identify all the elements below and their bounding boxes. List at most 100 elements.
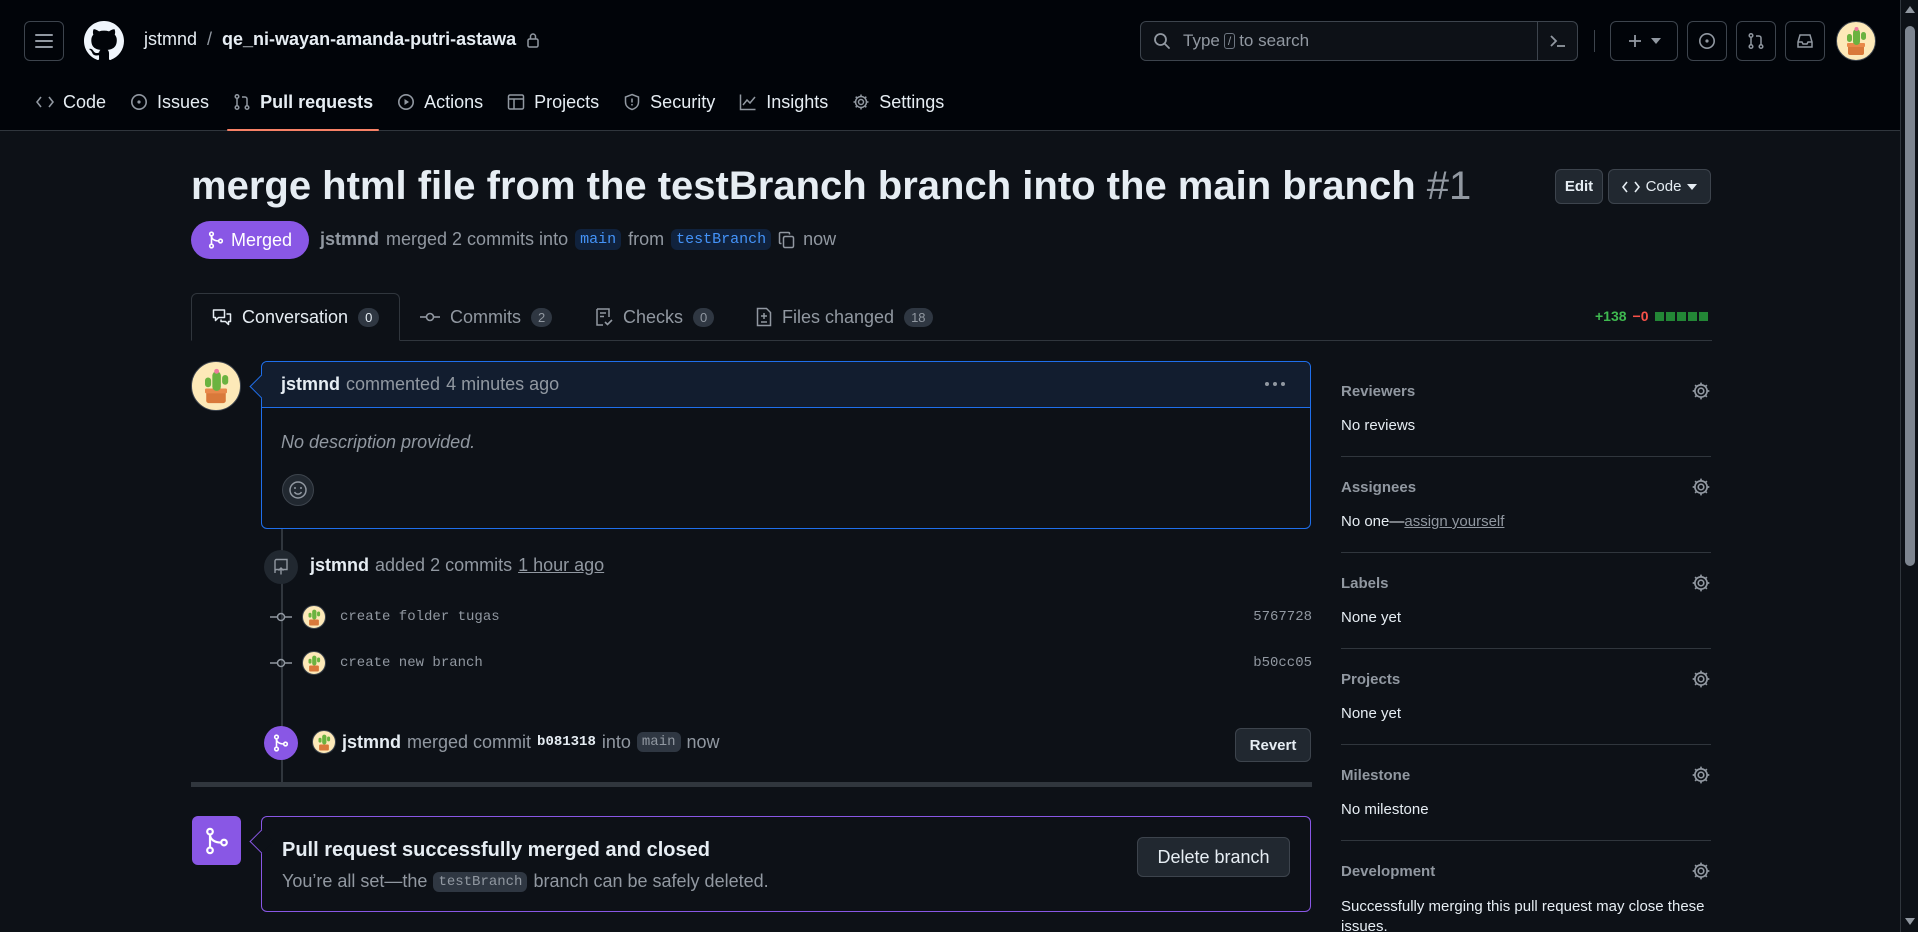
delete-branch-button[interactable]: Delete branch — [1137, 837, 1290, 877]
edit-title-button[interactable]: Edit — [1555, 169, 1603, 204]
gear-icon[interactable] — [1691, 765, 1711, 785]
commit-row: create folder tugas 5767728 — [270, 602, 1312, 632]
scroll-down-arrow[interactable] — [1905, 918, 1915, 925]
header-divider — [1594, 30, 1595, 52]
sidebar-development: Development Successfully merging this pu… — [1341, 841, 1711, 932]
nav-tab-settings[interactable]: Settings — [840, 84, 956, 120]
gear-icon[interactable] — [1691, 381, 1711, 401]
owner-link[interactable]: jstmnd — [144, 29, 197, 50]
tab-files-changed[interactable]: Files changed 18 — [736, 293, 953, 341]
sidebar-label[interactable]: Labels — [1341, 575, 1389, 592]
nav-tab-label: Insights — [766, 91, 829, 112]
inbox-icon — [1797, 34, 1813, 48]
merge-commit-sha-link[interactable]: b081318 — [537, 734, 596, 750]
add-reaction-button[interactable] — [282, 474, 314, 506]
commit-sha-link[interactable]: 5767728 — [1253, 609, 1312, 625]
sidebar-value: None yet — [1341, 705, 1402, 722]
inbox-button[interactable] — [1785, 21, 1825, 61]
create-new-button[interactable] — [1610, 21, 1678, 61]
nav-tab-actions[interactable]: Actions — [385, 84, 495, 120]
commit-sha-link[interactable]: b50cc05 — [1253, 655, 1312, 671]
repo-push-icon — [274, 558, 288, 575]
nav-tab-label: Projects — [534, 91, 600, 112]
nav-tab-code[interactable]: Code — [24, 84, 118, 120]
code-icon — [1621, 181, 1640, 192]
sidebar-label[interactable]: Reviewers — [1341, 383, 1415, 400]
sidebar-projects: Projects None yet — [1341, 649, 1711, 745]
page-scrollbar[interactable] — [1900, 0, 1918, 932]
code-dropdown-button[interactable]: Code — [1608, 169, 1711, 204]
gear-icon[interactable] — [1691, 477, 1711, 497]
pr-merged-text: merged 2 commits into — [386, 229, 569, 249]
cactus-avatar-icon — [318, 734, 331, 751]
nav-tab-pull-requests[interactable]: Pull requests — [221, 84, 385, 131]
gear-icon[interactable] — [1691, 861, 1711, 881]
nav-tab-projects[interactable]: Projects — [495, 84, 611, 120]
commit-message-link[interactable]: create new branch — [340, 655, 483, 671]
comment-author-link[interactable]: jstmnd — [281, 374, 340, 395]
sidebar-label[interactable]: Projects — [1341, 671, 1400, 688]
sidebar-label[interactable]: Development — [1341, 863, 1435, 880]
gear-icon[interactable] — [1691, 573, 1711, 593]
issue-icon — [131, 94, 148, 110]
comment-time-link[interactable]: 4 minutes ago — [446, 374, 559, 395]
tab-commits[interactable]: Commits 2 — [400, 293, 572, 341]
menu-button[interactable] — [24, 21, 64, 61]
head-branch-label[interactable]: testBranch — [671, 229, 772, 250]
commit-message-link[interactable]: create folder tugas — [340, 609, 500, 625]
repo-link[interactable]: qe_ni-wayan-amanda-putri-astawa — [222, 29, 516, 50]
tab-label: Conversation — [242, 306, 349, 327]
merge-author-avatar[interactable] — [312, 730, 336, 754]
merged-commit-event: jstmnd merged commit b081318 into main n… — [312, 730, 720, 754]
assign-yourself-link[interactable]: assign yourself — [1404, 513, 1504, 530]
revert-button[interactable]: Revert — [1235, 728, 1311, 762]
kebab-horizontal-icon[interactable] — [1264, 376, 1286, 392]
sidebar-value: No one—assign yourself — [1341, 513, 1504, 530]
pull-request-icon — [1748, 32, 1764, 50]
commit-author-avatar[interactable] — [302, 651, 326, 675]
event-time-link[interactable]: 1 hour ago — [518, 555, 604, 576]
merge-target-branch[interactable]: main — [636, 732, 681, 752]
diff-deletions: −0 — [1632, 308, 1649, 324]
sidebar-label[interactable]: Assignees — [1341, 479, 1416, 496]
user-avatar[interactable] — [1836, 21, 1876, 61]
search-input[interactable]: Type / to search — [1140, 21, 1578, 61]
cactus-avatar-icon — [205, 368, 229, 404]
nav-tab-security[interactable]: Security — [611, 84, 727, 120]
scroll-up-arrow[interactable] — [1905, 6, 1915, 13]
breadcrumb-separator: / — [207, 29, 213, 49]
diffstat-block — [1654, 311, 1664, 321]
event-author-link[interactable]: jstmnd — [310, 555, 369, 576]
base-branch-label[interactable]: main — [575, 229, 622, 250]
issues-button[interactable] — [1687, 21, 1727, 61]
pr-number: #1 — [1426, 164, 1472, 208]
pr-time: now — [803, 229, 837, 249]
tab-checks[interactable]: Checks 0 — [575, 293, 734, 341]
nav-tab-label: Security — [650, 91, 716, 112]
nav-tab-label: Actions — [424, 91, 484, 112]
nav-tab-issues[interactable]: Issues — [118, 84, 221, 120]
scrollbar-thumb[interactable] — [1905, 26, 1915, 566]
tab-conversation[interactable]: Conversation 0 — [191, 293, 401, 341]
comment-author-avatar[interactable] — [191, 361, 241, 411]
command-palette-button[interactable] — [1537, 22, 1577, 60]
pr-author-link[interactable]: jstmnd — [320, 229, 379, 250]
tab-counter: 0 — [693, 307, 715, 327]
nav-tab-insights[interactable]: Insights — [727, 84, 840, 120]
git-merge-icon — [273, 734, 289, 752]
gear-icon[interactable] — [1691, 669, 1711, 689]
breadcrumb: jstmnd / qe_ni-wayan-amanda-putri-astawa — [144, 29, 540, 50]
github-logo-icon[interactable] — [84, 21, 124, 61]
diffstat-block — [1687, 311, 1697, 321]
sidebar-label[interactable]: Milestone — [1341, 767, 1410, 784]
code-button-label: Code — [1645, 178, 1682, 195]
sidebar-value: Successfully merging this pull request m… — [1341, 898, 1705, 932]
event-author-link[interactable]: jstmnd — [342, 732, 401, 753]
merged-sub-suffix: branch can be safely deleted. — [533, 871, 769, 891]
commit-author-avatar[interactable] — [302, 605, 326, 629]
tab-counter: 0 — [358, 307, 380, 327]
copy-icon[interactable] — [778, 231, 796, 249]
commits-added-event: jstmnd added 2 commits 1 hour ago — [310, 555, 604, 576]
pull-requests-button[interactable] — [1736, 21, 1776, 61]
table-icon — [507, 94, 525, 110]
